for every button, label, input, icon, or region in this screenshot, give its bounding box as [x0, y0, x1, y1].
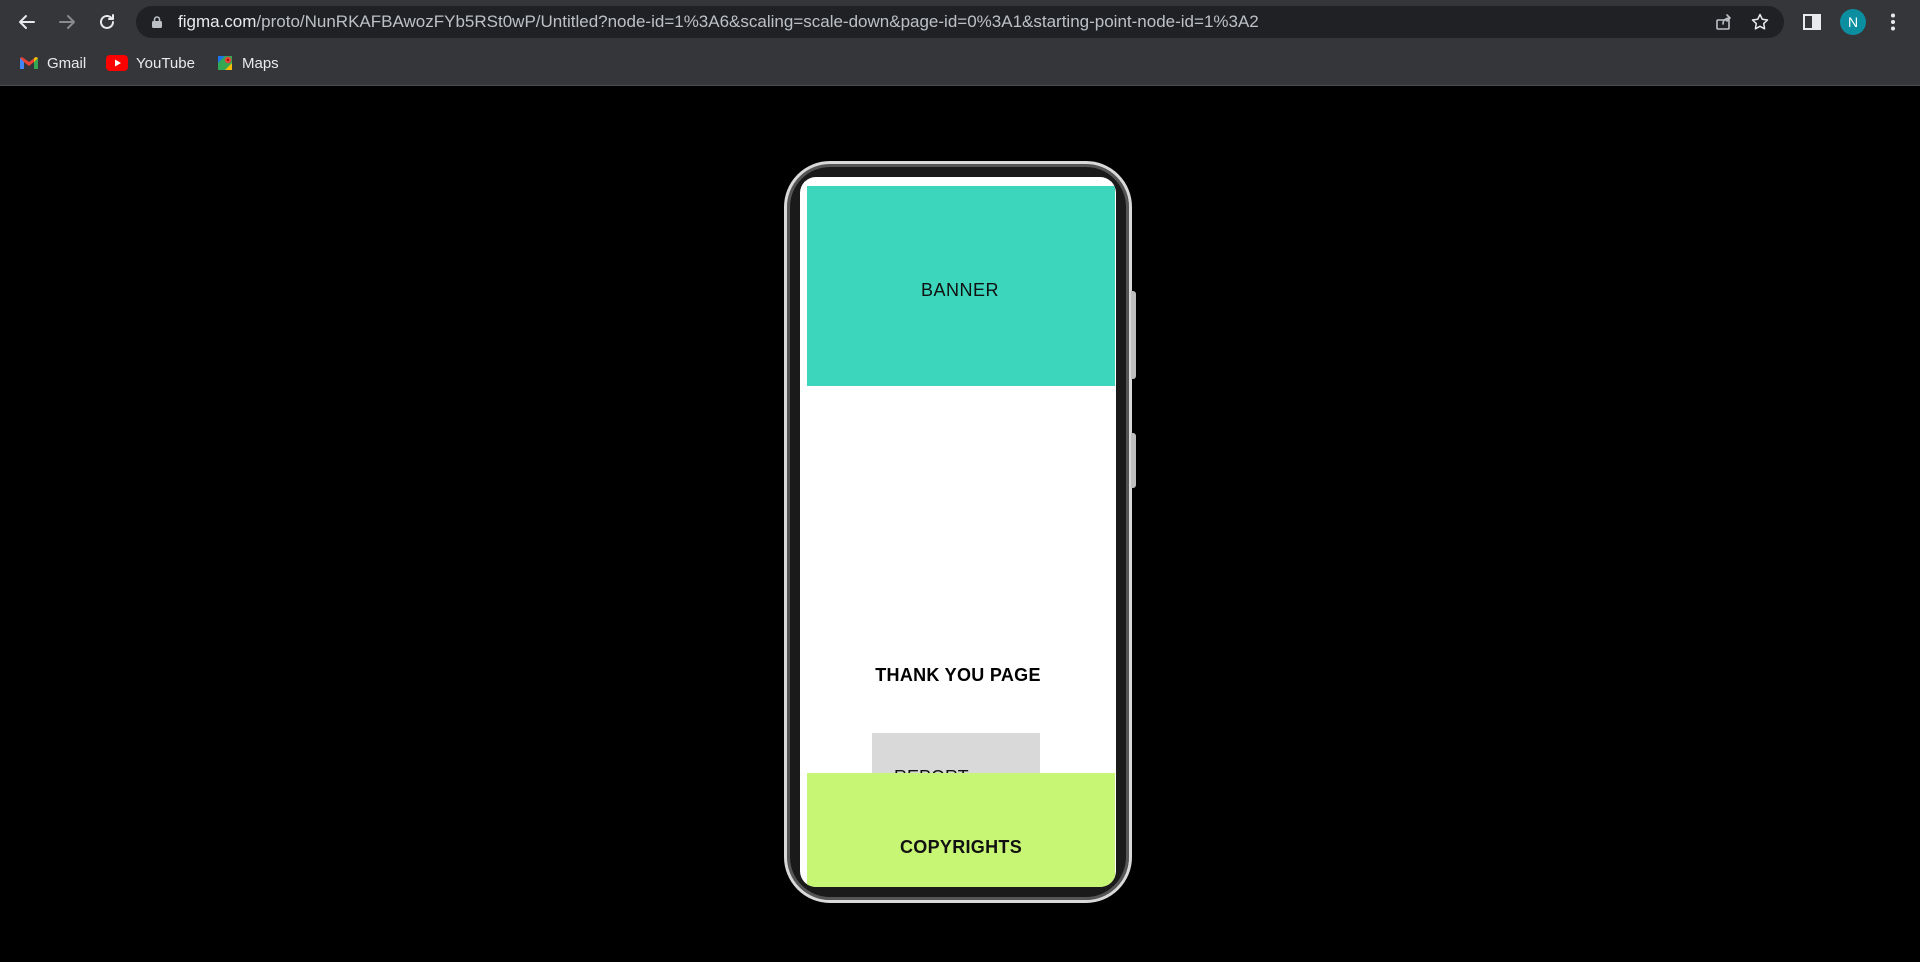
menu-icon[interactable]	[1882, 11, 1904, 33]
star-icon[interactable]	[1750, 12, 1770, 32]
banner-label: BANNER	[921, 280, 1000, 300]
url-text: figma.com/proto/NunRKAFBAwozFYb5RSt0wP/U…	[178, 6, 1259, 38]
banner: BANNER	[807, 186, 1115, 386]
back-icon	[17, 12, 37, 32]
bookmark-label: Maps	[242, 54, 279, 72]
phone-side-button	[1131, 291, 1136, 379]
bookmark-label: YouTube	[136, 54, 195, 72]
back-button[interactable]	[13, 8, 41, 36]
share-icon[interactable]	[1714, 12, 1734, 32]
phone-screen: BANNER THANK YOU PAGE REPORT COPYRIGHTS	[800, 177, 1116, 887]
prototype-viewport: BANNER THANK YOU PAGE REPORT COPYRIGHTS	[0, 86, 1920, 962]
profile-avatar[interactable]: N	[1840, 9, 1866, 35]
youtube-icon	[106, 55, 128, 71]
copyright-footer: COPYRIGHTS	[807, 773, 1115, 887]
side-panel-icon[interactable]	[1801, 11, 1823, 33]
bookmark-label: Gmail	[47, 54, 87, 72]
lock-icon[interactable]	[150, 15, 164, 29]
url-host: figma.com	[178, 12, 257, 31]
maps-icon	[216, 54, 234, 72]
address-bar[interactable]: figma.com/proto/NunRKAFBAwozFYb5RSt0wP/U…	[136, 6, 1784, 38]
reload-icon	[97, 12, 117, 32]
forward-icon	[57, 12, 77, 32]
bookmark-gmail[interactable]: Gmail	[19, 48, 86, 78]
phone-frame: BANNER THANK YOU PAGE REPORT COPYRIGHTS	[784, 161, 1132, 903]
thank-you-heading: THANK YOU PAGE	[875, 665, 1041, 685]
browser-toolbar: figma.com/proto/NunRKAFBAwozFYb5RSt0wP/U…	[0, 0, 1920, 44]
copyright-label: COPYRIGHTS	[899, 837, 1022, 857]
phone-side-button	[1131, 433, 1136, 488]
bookmark-youtube[interactable]: YouTube	[106, 48, 195, 78]
bookmarks-bar: Gmail YouTube Maps	[0, 48, 1920, 78]
bookmark-maps[interactable]: Maps	[216, 48, 279, 78]
browser-chrome: figma.com/proto/NunRKAFBAwozFYb5RSt0wP/U…	[0, 0, 1920, 86]
reload-button[interactable]	[93, 8, 121, 36]
url-path: /proto/NunRKAFBAwozFYb5RSt0wP/Untitled?n…	[256, 12, 1259, 31]
gmail-icon	[19, 55, 39, 71]
forward-button[interactable]	[53, 8, 81, 36]
